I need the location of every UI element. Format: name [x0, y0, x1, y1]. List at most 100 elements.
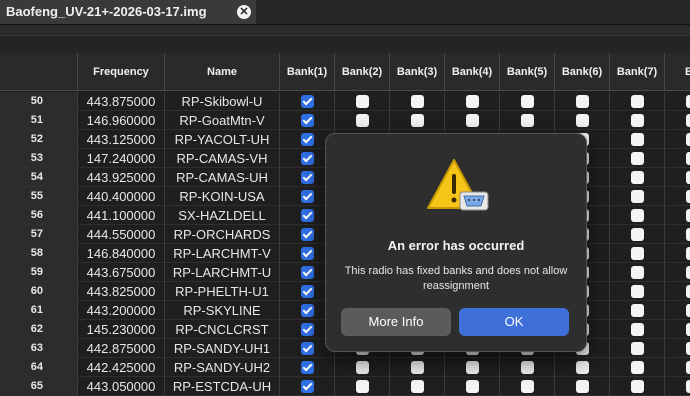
- bank-checkbox[interactable]: [301, 266, 314, 279]
- name-cell[interactable]: RP-CAMAS-VH: [165, 149, 280, 168]
- name-cell[interactable]: RP-CAMAS-UH: [165, 168, 280, 187]
- bank-checkbox[interactable]: [301, 323, 314, 336]
- bank-checkbox[interactable]: [301, 190, 314, 203]
- row-number[interactable]: 62: [0, 320, 78, 339]
- row-number[interactable]: 58: [0, 244, 78, 263]
- bank-checkbox[interactable]: [631, 361, 644, 374]
- bank-checkbox[interactable]: [466, 361, 479, 374]
- bank-checkbox[interactable]: [631, 380, 644, 393]
- bank-checkbox[interactable]: [356, 114, 369, 127]
- bank-checkbox[interactable]: [301, 114, 314, 127]
- bank-checkbox[interactable]: [466, 114, 479, 127]
- row-number[interactable]: 55: [0, 187, 78, 206]
- row-number[interactable]: 61: [0, 301, 78, 320]
- bank-checkbox[interactable]: [631, 171, 644, 184]
- name-cell[interactable]: RP-SANDY-UH2: [165, 358, 280, 377]
- bank-header[interactable]: Bank(1): [280, 53, 335, 91]
- bank-header[interactable]: Ba: [665, 53, 690, 91]
- table-row[interactable]: 65 443.050000 RP-ESTCDA-UH: [0, 377, 690, 396]
- bank-checkbox[interactable]: [686, 361, 690, 374]
- frequency-cell[interactable]: 147.240000: [78, 149, 165, 168]
- bank-checkbox[interactable]: [631, 228, 644, 241]
- bank-checkbox[interactable]: [686, 247, 690, 260]
- bank-checkbox[interactable]: [301, 209, 314, 222]
- bank-checkbox[interactable]: [686, 95, 690, 108]
- frequency-cell[interactable]: 443.675000: [78, 263, 165, 282]
- name-cell[interactable]: SX-HAZLDELL: [165, 206, 280, 225]
- table-row[interactable]: 50 443.875000 RP-Skibowl-U: [0, 92, 690, 111]
- bank-checkbox[interactable]: [686, 171, 690, 184]
- bank-checkbox[interactable]: [686, 323, 690, 336]
- bank-checkbox[interactable]: [631, 323, 644, 336]
- name-cell[interactable]: RP-ESTCDA-UH: [165, 377, 280, 396]
- bank-checkbox[interactable]: [576, 380, 589, 393]
- frequency-cell[interactable]: 443.125000: [78, 130, 165, 149]
- bank-checkbox[interactable]: [356, 380, 369, 393]
- frequency-header[interactable]: Frequency: [78, 53, 165, 91]
- bank-checkbox[interactable]: [301, 285, 314, 298]
- bank-checkbox[interactable]: [631, 247, 644, 260]
- bank-checkbox[interactable]: [301, 228, 314, 241]
- bank-checkbox[interactable]: [631, 133, 644, 146]
- frequency-cell[interactable]: 443.200000: [78, 301, 165, 320]
- frequency-cell[interactable]: 443.825000: [78, 282, 165, 301]
- more-info-button[interactable]: More Info: [341, 308, 451, 336]
- bank-checkbox[interactable]: [411, 114, 424, 127]
- frequency-cell[interactable]: 441.100000: [78, 206, 165, 225]
- bank-checkbox[interactable]: [521, 114, 534, 127]
- name-cell[interactable]: RP-PHELTH-U1: [165, 282, 280, 301]
- bank-checkbox[interactable]: [301, 95, 314, 108]
- bank-checkbox[interactable]: [301, 304, 314, 317]
- frequency-cell[interactable]: 145.230000: [78, 320, 165, 339]
- bank-header[interactable]: Bank(2): [335, 53, 390, 91]
- name-cell[interactable]: RP-SANDY-UH1: [165, 339, 280, 358]
- name-header[interactable]: Name: [165, 53, 280, 91]
- bank-checkbox[interactable]: [686, 190, 690, 203]
- bank-checkbox[interactable]: [686, 133, 690, 146]
- bank-checkbox[interactable]: [301, 380, 314, 393]
- bank-header[interactable]: Bank(7): [610, 53, 665, 91]
- bank-checkbox[interactable]: [686, 380, 690, 393]
- bank-checkbox[interactable]: [631, 209, 644, 222]
- bank-checkbox[interactable]: [686, 304, 690, 317]
- table-row[interactable]: 51 146.960000 RP-GoatMtn-V: [0, 111, 690, 130]
- bank-checkbox[interactable]: [356, 95, 369, 108]
- bank-checkbox[interactable]: [521, 380, 534, 393]
- bank-checkbox[interactable]: [686, 342, 690, 355]
- bank-checkbox[interactable]: [686, 285, 690, 298]
- row-number[interactable]: 65: [0, 377, 78, 396]
- bank-checkbox[interactable]: [301, 152, 314, 165]
- bank-checkbox[interactable]: [301, 133, 314, 146]
- frequency-cell[interactable]: 146.960000: [78, 111, 165, 130]
- bank-checkbox[interactable]: [631, 152, 644, 165]
- name-cell[interactable]: RP-LARCHMT-U: [165, 263, 280, 282]
- bank-checkbox[interactable]: [631, 285, 644, 298]
- frequency-cell[interactable]: 442.875000: [78, 339, 165, 358]
- frequency-cell[interactable]: 146.840000: [78, 244, 165, 263]
- table-row[interactable]: 64 442.425000 RP-SANDY-UH2: [0, 358, 690, 377]
- bank-checkbox[interactable]: [631, 95, 644, 108]
- frequency-cell[interactable]: 444.550000: [78, 225, 165, 244]
- name-cell[interactable]: RP-GoatMtn-V: [165, 111, 280, 130]
- name-cell[interactable]: RP-LARCHMT-V: [165, 244, 280, 263]
- row-number[interactable]: 56: [0, 206, 78, 225]
- frequency-cell[interactable]: 442.425000: [78, 358, 165, 377]
- bank-checkbox[interactable]: [301, 247, 314, 260]
- bank-checkbox[interactable]: [686, 228, 690, 241]
- bank-checkbox[interactable]: [466, 380, 479, 393]
- close-icon[interactable]: ✕: [237, 5, 251, 19]
- file-tab[interactable]: Baofeng_UV-21+-2026-03-17.img ✕: [0, 0, 256, 24]
- row-number[interactable]: 53: [0, 149, 78, 168]
- bank-checkbox[interactable]: [411, 380, 424, 393]
- bank-checkbox[interactable]: [411, 95, 424, 108]
- bank-checkbox[interactable]: [686, 114, 690, 127]
- row-number[interactable]: 52: [0, 130, 78, 149]
- bank-header[interactable]: Bank(3): [390, 53, 445, 91]
- frequency-cell[interactable]: 443.050000: [78, 377, 165, 396]
- bank-checkbox[interactable]: [686, 266, 690, 279]
- row-number[interactable]: 50: [0, 92, 78, 111]
- bank-checkbox[interactable]: [631, 114, 644, 127]
- frequency-cell[interactable]: 443.875000: [78, 92, 165, 111]
- bank-checkbox[interactable]: [301, 342, 314, 355]
- bank-header[interactable]: Bank(6): [555, 53, 610, 91]
